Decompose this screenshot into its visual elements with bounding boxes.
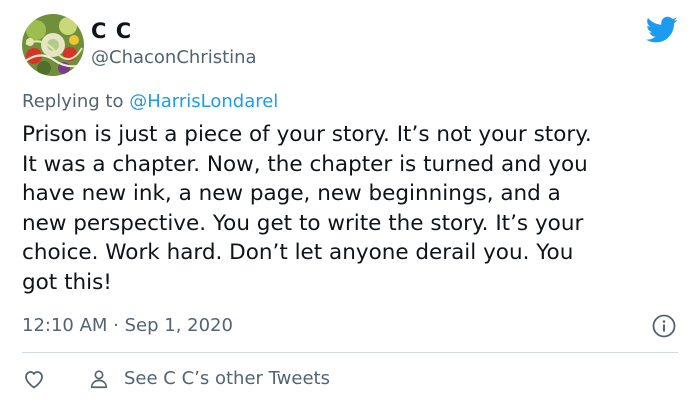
- tweet-card: C C @ChaconChristina Replying to @Harris…: [0, 0, 700, 406]
- info-icon[interactable]: [652, 314, 676, 338]
- tweet-text-line: Prison is just a piece of your story. It…: [22, 122, 592, 147]
- tweet-text-line: choice. Work hard. Don’t let anyone dera…: [22, 240, 574, 265]
- avatar[interactable]: [22, 14, 84, 76]
- salad-avatar-image: [22, 14, 84, 76]
- tweet-text-line: new perspective. You get to write the st…: [22, 210, 584, 236]
- tweet-timestamp[interactable]: 12:10 AM · Sep 1, 2020: [22, 314, 233, 338]
- reply-prefix: Replying to: [22, 91, 130, 112]
- tweet-text-line: got this!: [22, 269, 112, 295]
- see-other-tweets-link[interactable]: See C C’s other Tweets: [88, 366, 330, 392]
- replying-to: Replying to @HarrisLondarel: [22, 90, 278, 114]
- reply-mention-link[interactable]: @HarrisLondarel: [129, 91, 278, 112]
- user-handle[interactable]: @ChaconChristina: [91, 46, 257, 70]
- tweet-text-line: It was a chapter. Now, the chapter is tu…: [22, 151, 588, 177]
- tweet-text-line: have new ink, a new page, new beginnings…: [22, 181, 561, 206]
- divider: [22, 352, 678, 353]
- see-other-tweets-label: See C C’s other Tweets: [124, 368, 330, 389]
- person-icon: [90, 370, 108, 389]
- display-name[interactable]: C C: [91, 17, 132, 45]
- twitter-bird-icon[interactable]: [646, 16, 678, 44]
- heart-icon[interactable]: [22, 367, 46, 391]
- tweet-text: Prison is just a piece of your story. It…: [22, 120, 694, 297]
